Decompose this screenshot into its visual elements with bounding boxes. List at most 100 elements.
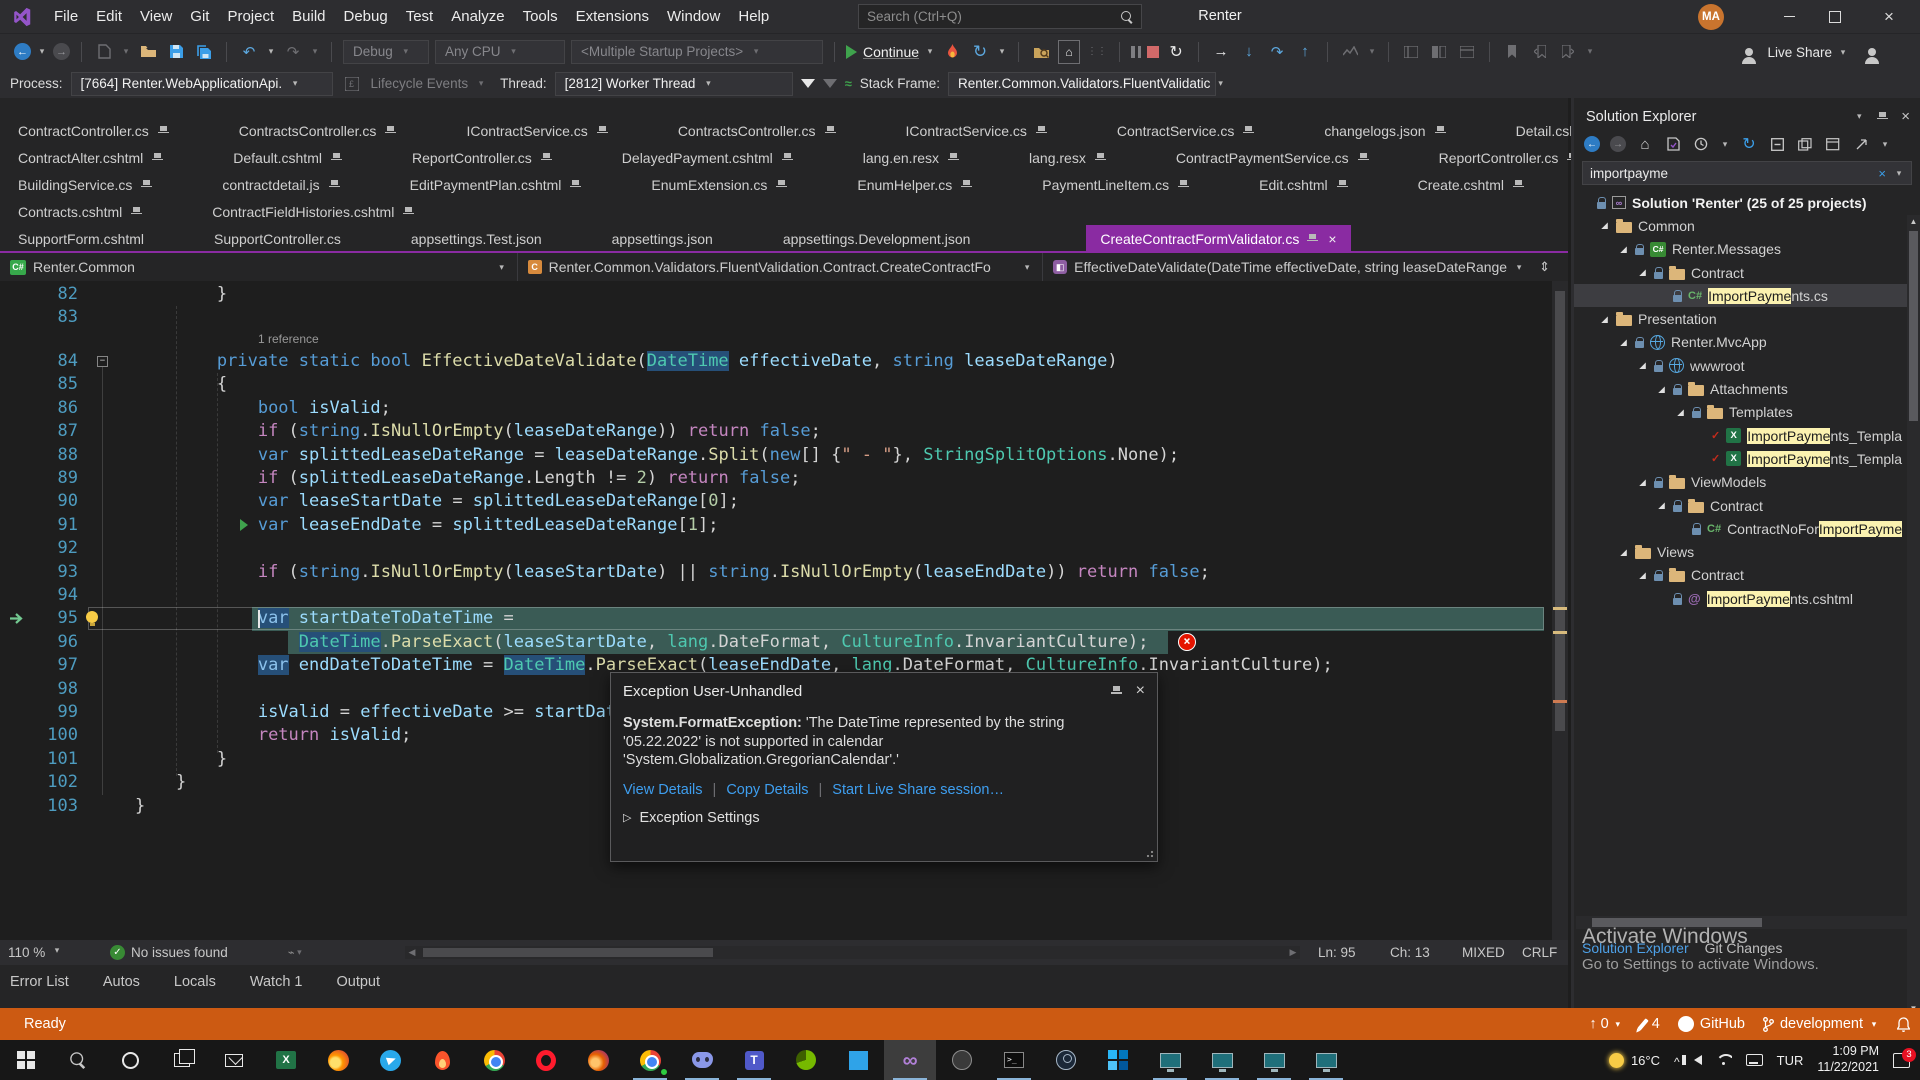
code-line-95[interactable]: 95 var startDateToDateTime = [0, 607, 1552, 630]
touch-keyboard-icon[interactable] [1746, 1054, 1763, 1066]
tab-Contracts.cshtml[interactable]: Contracts.cshtml [4, 198, 156, 225]
taskbar-monitor-3-icon[interactable] [1248, 1040, 1300, 1080]
code-cleanup-icon[interactable]: ⌁ [288, 946, 295, 959]
tab-EnumExtension.cs[interactable]: EnumExtension.cs [637, 171, 801, 198]
live-share-group[interactable]: Live Share ▾ [1745, 34, 1878, 70]
continue-button[interactable]: Continue [863, 44, 919, 60]
tab-Default.cshtml[interactable]: Default.cshtml [219, 144, 356, 171]
restart-app-icon[interactable]: ↻ [969, 40, 991, 64]
pin-icon[interactable] [961, 179, 972, 191]
menu-edit[interactable]: Edit [87, 0, 131, 33]
panel-pin-icon[interactable] [1877, 111, 1888, 123]
panel-close-icon[interactable]: × [1901, 108, 1910, 125]
tree-item-common[interactable]: ◢Common [1574, 214, 1920, 237]
split-window-icon[interactable]: ⇕ [1531, 259, 1558, 275]
tab-lang.en.resx[interactable]: lang.en.resx [849, 144, 973, 171]
pin-icon[interactable] [152, 152, 163, 164]
type-dropdown[interactable]: C Renter.Common.Validators.FluentValidat… [518, 253, 1044, 281]
expander-icon[interactable]: ◢ [1637, 477, 1648, 488]
step-over-icon[interactable]: ↷ [1266, 40, 1288, 64]
tree-item-contract[interactable]: ◢Contract [1574, 261, 1920, 284]
pin-icon[interactable] [1337, 179, 1348, 191]
panel-tab-output[interactable]: Output [337, 974, 381, 1008]
popup-pin-icon[interactable] [1111, 685, 1122, 697]
save-icon[interactable] [165, 40, 187, 64]
thread-dropdown[interactable]: [2812] Worker Thread▾ [555, 72, 793, 96]
expander-icon[interactable]: ◢ [1618, 244, 1629, 255]
tab-IContractService.cs[interactable]: IContractService.cs [892, 117, 1061, 144]
tab-contractdetail.js[interactable]: contractdetail.js [208, 171, 353, 198]
restart-debugging-icon[interactable]: ↻ [1165, 40, 1187, 64]
code-line-85[interactable]: 85 { [0, 373, 1552, 396]
network-icon[interactable] [1716, 1054, 1732, 1066]
popup-link-copy-details[interactable]: Copy Details [726, 782, 808, 798]
pin-icon[interactable] [131, 206, 142, 218]
se-switch-views-icon[interactable] [1664, 135, 1682, 153]
tab-ContractService.cs[interactable]: ContractService.cs [1103, 117, 1268, 144]
tab-DelayedPayment.cshtml[interactable]: DelayedPayment.cshtml [608, 144, 807, 171]
pin-icon[interactable] [385, 125, 396, 137]
tab-ReportController.cs[interactable]: ReportController.cs [1425, 144, 1593, 171]
tab-ContractsController.cs[interactable]: ContractsController.cs [664, 117, 850, 144]
pin-icon[interactable] [1513, 179, 1524, 191]
taskbar-steam-icon[interactable] [1040, 1040, 1092, 1080]
zoom-level-dropdown[interactable]: 110 %▾ [0, 945, 70, 960]
sidebar-tab-git-changes[interactable]: Git Changes [1705, 940, 1783, 956]
stack-frame-dropdown[interactable]: Renter.Common.Validators.FluentValidatic… [948, 72, 1216, 96]
tree-item-viewmodels[interactable]: ◢ViewModels [1574, 471, 1920, 494]
notifications-bell-icon[interactable] [1897, 1017, 1910, 1032]
search-options-dropdown[interactable]: ▾ [1894, 168, 1904, 179]
se-home-icon[interactable]: ⌂ [1636, 135, 1654, 153]
tab-IContractService.cs[interactable]: IContractService.cs [452, 117, 621, 144]
expander-icon[interactable]: ◢ [1675, 407, 1686, 418]
taskbar-firefox-icon[interactable] [312, 1040, 364, 1080]
tree-item-importpayments-cs[interactable]: C#ImportPayments.cs [1574, 284, 1920, 307]
pin-icon[interactable] [403, 206, 414, 218]
code-line-88[interactable]: 88 var splittedLeaseDateRange = leaseDat… [0, 444, 1552, 467]
menu-file[interactable]: File [45, 0, 87, 33]
menu-debug[interactable]: Debug [335, 0, 397, 33]
popup-resize-grip[interactable] [1146, 850, 1154, 858]
pause-icon[interactable] [1131, 46, 1141, 58]
tab-lang.resx[interactable]: lang.resx [1015, 144, 1120, 171]
open-folder-icon[interactable] [137, 40, 159, 64]
expander-icon[interactable]: ◢ [1656, 384, 1667, 395]
action-center-icon[interactable]: 3 [1893, 1053, 1910, 1068]
maximize-button[interactable] [1812, 0, 1858, 33]
taskbar-task-view-icon[interactable] [156, 1040, 208, 1080]
se-collapse-all-icon[interactable] [1768, 135, 1786, 153]
taskbar-start-icon[interactable] [0, 1040, 52, 1080]
step-into-icon[interactable]: ↓ [1238, 40, 1260, 64]
pin-icon[interactable] [776, 179, 787, 191]
tab-ReportController.cs[interactable]: ReportController.cs [398, 144, 566, 171]
panel-tab-error-list[interactable]: Error List [10, 974, 69, 1008]
tab-SupportController.cs[interactable]: SupportController.cs [200, 225, 355, 252]
save-all-icon[interactable] [193, 40, 215, 64]
solution-explorer-scrollbar[interactable]: ▲ ▼ [1907, 215, 1920, 1015]
outgoing-commits[interactable]: ↑ 0 ▾ [1589, 1016, 1622, 1032]
menu-tools[interactable]: Tools [514, 0, 567, 33]
taskbar-geforce-icon[interactable] [780, 1040, 832, 1080]
account-avatar[interactable]: MA [1698, 4, 1724, 30]
volume-icon[interactable] [1694, 1055, 1702, 1065]
tab-active-CreateContractFormValidator.cs[interactable]: CreateContractFormValidator.cs× [1086, 225, 1350, 252]
code-line-94[interactable]: 94 [0, 584, 1552, 607]
home-icon[interactable]: ⌂ [1058, 40, 1080, 64]
next-bookmark-icon[interactable] [1557, 40, 1579, 64]
tab-ContractAlter.cshtml[interactable]: ContractAlter.cshtml [4, 144, 177, 171]
pin-icon[interactable] [1307, 233, 1318, 245]
tree-item-contractnoforimportpayme[interactable]: C#ContractNoForImportPayme [1574, 517, 1920, 540]
pin-icon[interactable] [1178, 179, 1189, 191]
taskbar-cortana-icon[interactable] [104, 1040, 156, 1080]
editor-vertical-scrollbar[interactable] [1552, 281, 1568, 940]
tree-item-contract[interactable]: ◢Contract [1574, 564, 1920, 587]
taskbar-photos-icon[interactable] [1092, 1040, 1144, 1080]
se-pending-dropdown[interactable]: ▾ [1720, 139, 1730, 150]
taskbar-brave-icon[interactable] [416, 1040, 468, 1080]
tree-item-renter-mvcapp[interactable]: ◢Renter.MvcApp [1574, 331, 1920, 354]
current-branch[interactable]: development ▾ [1763, 1016, 1879, 1032]
tree-item-views[interactable]: ◢Views [1574, 540, 1920, 563]
sidebar-tab-solution-explorer[interactable]: Solution Explorer [1582, 940, 1689, 956]
tree-item-importpayments-templa[interactable]: ✓XImportPayments_Templa [1574, 447, 1920, 470]
language-indicator[interactable]: TUR [1777, 1053, 1804, 1068]
